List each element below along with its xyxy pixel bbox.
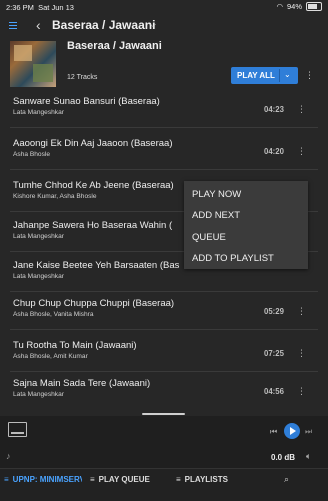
- track-row[interactable]: Sajna Main Sada Tere (Jawaani) Lata Mang…: [0, 376, 328, 410]
- track-title: Chup Chup Chuppa Chuppi (Baseraa): [13, 298, 175, 309]
- track-artist: Kishore Kumar, Asha Bhosle: [13, 193, 97, 200]
- track-artist: Lata Mangeshkar: [13, 273, 64, 280]
- menu-item-play-now[interactable]: PLAY NOW: [192, 189, 241, 200]
- playlist-icon: ≡: [176, 475, 181, 484]
- menu-item-queue[interactable]: QUEUE: [192, 232, 226, 243]
- divider: [10, 127, 318, 128]
- track-title: Sajna Main Sada Tere (Jawaani): [13, 378, 151, 389]
- more-options-icon[interactable]: ⋮: [297, 386, 306, 397]
- track-row[interactable]: Aaoongi Ek Din Aaj Jaaoon (Baseraa) Asha…: [0, 136, 328, 170]
- music-note-icon: ♪: [6, 451, 11, 461]
- chevron-down-icon[interactable]: ⌄: [284, 70, 291, 79]
- tab-label: UPNP: MINIMSERVER: [12, 475, 82, 484]
- scrollbar[interactable]: [142, 413, 185, 415]
- status-time: 2:36 PM Sat Jun 13: [6, 3, 74, 12]
- speaker-icon[interactable]: 🔈︎: [306, 451, 311, 462]
- divider: [10, 371, 318, 372]
- divider: [279, 69, 280, 82]
- track-artist: Lata Mangeshkar: [13, 391, 64, 398]
- tab-play-queue[interactable]: ≡ PLAY QUEUE: [90, 475, 150, 484]
- queue-icon: ≡: [90, 475, 95, 484]
- battery-percent: 94%: [286, 2, 302, 11]
- more-options-icon[interactable]: ⋮: [305, 70, 314, 81]
- chevron-left-icon[interactable]: ‹: [36, 17, 41, 33]
- divider: [10, 169, 318, 170]
- track-title: Tumhe Chhod Ke Ab Jeene (Baseraa): [13, 180, 174, 191]
- track-title: Aaoongi Ek Din Aaj Jaaoon (Baseraa): [13, 138, 173, 149]
- play-button[interactable]: [284, 423, 300, 439]
- tab-bar: ≡UPNP: MINIMSERVER ≡PLAY QUEUE ≡PLAYLIST…: [0, 468, 328, 501]
- album-art: [10, 41, 56, 87]
- track-row[interactable]: Tu Rootha To Main (Jawaani) Asha Bhosle,…: [0, 338, 328, 372]
- chevron-down-icon[interactable]: ⌵: [150, 20, 156, 30]
- track-title: Jahanpe Sawera Ho Baseraa Wahin (: [13, 220, 173, 231]
- tab-label: PLAYLISTS: [184, 475, 228, 484]
- track-title: Sanware Sunao Bansuri (Baseraa): [13, 96, 160, 107]
- track-duration: 05:29: [264, 307, 284, 316]
- player-bar: ⏮ ⏭ ♪ 0.0 dB 🔈︎: [0, 416, 328, 468]
- menu-item-add-to-playlist[interactable]: ADD TO PLAYLIST: [192, 253, 274, 264]
- server-icon: ≡: [4, 475, 9, 484]
- play-all-label: PLAY ALL: [237, 71, 275, 80]
- tab-upnp-server[interactable]: ≡UPNP: MINIMSERVER: [4, 475, 82, 484]
- album-header: Baseraa / Jawaani 12 Tracks PLAY ALL ⌄ ⋮: [0, 38, 328, 90]
- volume-level: 0.0 dB: [271, 453, 296, 462]
- track-artist: Asha Bhosle, Amit Kumar: [13, 353, 88, 360]
- status-bar: 2:36 PM Sat Jun 13 ◠ 94%: [0, 0, 328, 14]
- more-options-icon[interactable]: ⋮: [297, 306, 306, 317]
- battery-icon: [306, 2, 322, 11]
- track-artist: Asha Bhosle, Vanita Mishra: [13, 311, 94, 318]
- track-duration: 04:20: [264, 147, 284, 156]
- track-row[interactable]: Sanware Sunao Bansuri (Baseraa) Lata Man…: [0, 94, 328, 128]
- search-icon[interactable]: ⌕: [284, 474, 289, 485]
- track-count: 12 Tracks: [67, 74, 98, 81]
- previous-icon[interactable]: ⏮: [270, 427, 277, 437]
- more-options-icon[interactable]: ⋮: [297, 146, 306, 157]
- tab-playlists[interactable]: ≡ PLAYLISTS: [176, 475, 228, 484]
- track-duration: 04:23: [264, 105, 284, 114]
- context-menu: PLAY NOW ADD NEXT QUEUE ADD TO PLAYLIST: [184, 181, 308, 269]
- page-title[interactable]: Baseraa / Jawaani: [52, 18, 155, 32]
- track-artist: Lata Mangeshkar: [13, 109, 64, 116]
- album-title: Baseraa / Jawaani: [67, 40, 162, 52]
- next-icon[interactable]: ⏭: [305, 427, 312, 437]
- divider: [10, 329, 318, 330]
- track-duration: 07:25: [264, 349, 284, 358]
- menu-item-add-next[interactable]: ADD NEXT: [192, 210, 240, 221]
- hamburger-menu-icon[interactable]: [9, 22, 17, 31]
- track-artist: Lata Mangeshkar: [13, 233, 64, 240]
- more-options-icon[interactable]: ⋮: [297, 348, 306, 359]
- top-bar: ‹ Baseraa / Jawaani ⌵: [0, 14, 328, 38]
- play-all-button[interactable]: PLAY ALL ⌄: [231, 67, 298, 84]
- output-device-icon[interactable]: [8, 422, 27, 437]
- wifi-icon: ◠: [276, 2, 283, 11]
- track-title: Jane Kaise Beetee Yeh Barsaaten (Bas: [13, 260, 180, 271]
- track-duration: 04:56: [264, 387, 284, 396]
- tab-label: PLAY QUEUE: [98, 475, 150, 484]
- more-options-icon[interactable]: ⋮: [297, 104, 306, 115]
- divider: [10, 291, 318, 292]
- track-title: Tu Rootha To Main (Jawaani): [13, 340, 137, 351]
- track-row[interactable]: Chup Chup Chuppa Chuppi (Baseraa) Asha B…: [0, 296, 328, 330]
- status-right: ◠ 94%: [276, 2, 322, 11]
- track-artist: Asha Bhosle: [13, 151, 51, 158]
